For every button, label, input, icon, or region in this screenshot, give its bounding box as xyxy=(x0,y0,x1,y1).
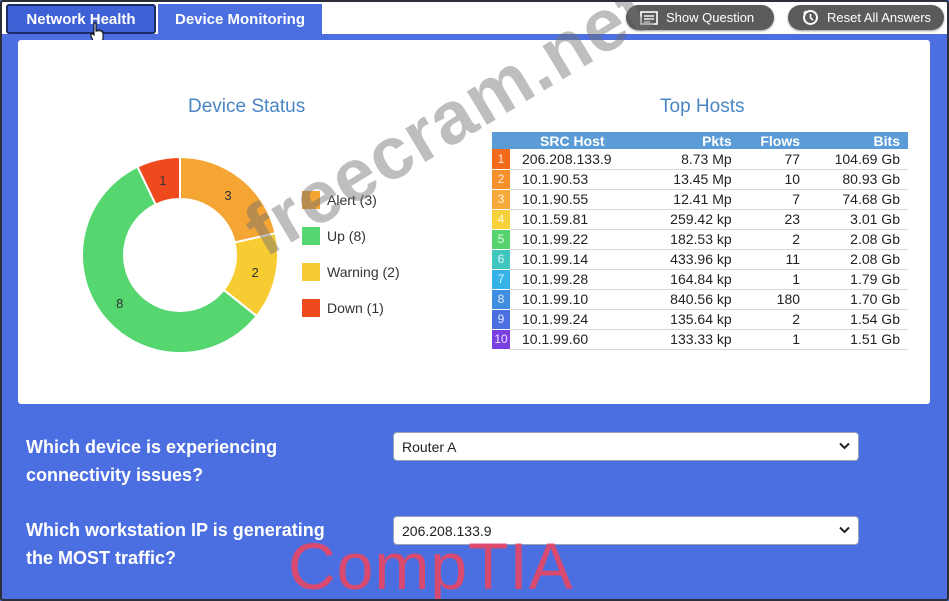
chevron-down-icon xyxy=(839,442,850,450)
host-flows: 10 xyxy=(739,169,809,190)
host-src: 10.1.99.60 xyxy=(510,329,645,350)
reset-all-answers-label: Reset All Answers xyxy=(827,10,932,25)
host-bits: 2.08 Gb xyxy=(808,249,908,270)
host-pkts: 164.84 kp xyxy=(644,269,740,290)
table-row: 10 10.1.99.60 133.33 kp 1 1.51 Gb xyxy=(492,329,908,350)
connectivity-device-value: Router A xyxy=(402,438,457,455)
host-pkts: 182.53 kp xyxy=(644,229,740,250)
table-row: 8 10.1.99.10 840.56 kp 180 1.70 Gb xyxy=(492,289,908,310)
host-bits: 1.54 Gb xyxy=(808,309,908,330)
host-bits: 1.70 Gb xyxy=(808,289,908,310)
host-src: 10.1.90.53 xyxy=(510,169,645,190)
donut-label-down: 1 xyxy=(159,173,166,188)
device-status-donut-chart: 3281 xyxy=(81,155,279,354)
host-flows: 1 xyxy=(739,329,809,350)
host-src: 10.1.90.55 xyxy=(510,189,645,210)
donut-label-up: 8 xyxy=(116,296,123,311)
header-flows: Flows xyxy=(739,132,809,149)
host-flows: 23 xyxy=(739,209,809,230)
host-pkts: 135.64 kp xyxy=(644,309,740,330)
host-rank: 3 xyxy=(492,189,510,210)
chevron-down-icon xyxy=(839,526,850,534)
top-hosts-title: Top Hosts xyxy=(660,96,745,117)
reset-icon xyxy=(803,10,818,25)
table-row: 5 10.1.99.22 182.53 kp 2 2.08 Gb xyxy=(492,229,908,250)
table-row: 2 10.1.90.53 13.45 Mp 10 80.93 Gb xyxy=(492,169,908,190)
host-pkts: 840.56 kp xyxy=(644,289,740,310)
host-bits: 2.08 Gb xyxy=(808,229,908,250)
host-rank: 4 xyxy=(492,209,510,230)
host-pkts: 12.41 Mp xyxy=(644,189,740,210)
host-pkts: 259.42 kp xyxy=(644,209,740,230)
question-most-traffic-line2: the MOST traffic? xyxy=(26,548,177,568)
host-rank: 5 xyxy=(492,229,510,250)
host-rank: 7 xyxy=(492,269,510,290)
host-pkts: 433.96 kp xyxy=(644,249,740,270)
host-flows: 180 xyxy=(739,289,809,310)
show-question-label: Show Question xyxy=(666,10,755,25)
host-flows: 1 xyxy=(739,269,809,290)
host-bits: 104.69 Gb xyxy=(808,149,908,170)
host-flows: 2 xyxy=(739,309,809,330)
host-src: 10.1.99.14 xyxy=(510,249,645,270)
table-row: 4 10.1.59.81 259.42 kp 23 3.01 Gb xyxy=(492,209,908,230)
host-flows: 7 xyxy=(739,189,809,210)
legend-swatch-warning xyxy=(302,263,320,281)
host-src: 10.1.59.81 xyxy=(510,209,645,230)
question-connectivity-line2: connectivity issues? xyxy=(26,465,204,485)
question-most-traffic-line1: Which workstation IP is generating xyxy=(26,520,325,540)
header-bits: Bits xyxy=(808,132,908,149)
host-src: 10.1.99.10 xyxy=(510,289,645,310)
host-rank: 10 xyxy=(492,329,510,350)
header-src-host: SRC Host xyxy=(510,132,645,149)
host-bits: 1.51 Gb xyxy=(808,329,908,350)
reset-all-answers-button[interactable]: Reset All Answers xyxy=(788,5,944,30)
host-src: 10.1.99.24 xyxy=(510,309,645,330)
header-pkts: Pkts xyxy=(644,132,740,149)
host-rank: 8 xyxy=(492,289,510,310)
device-status-title: Device Status xyxy=(188,96,306,117)
host-flows: 77 xyxy=(739,149,809,170)
legend-item-down: Down (1) xyxy=(302,290,400,326)
top-bar: Network Health Device Monitoring Show Qu… xyxy=(2,2,947,44)
table-row: 9 10.1.99.24 135.64 kp 2 1.54 Gb xyxy=(492,309,908,330)
host-rank: 9 xyxy=(492,309,510,330)
host-rank: 1 xyxy=(492,149,510,170)
legend-label-warning: Warning (2) xyxy=(327,264,400,280)
connectivity-device-select[interactable]: Router A xyxy=(393,432,859,461)
donut-label-warning: 2 xyxy=(251,265,258,280)
host-bits: 1.79 Gb xyxy=(808,269,908,290)
top-hosts-header-row: SRC Host Pkts Flows Bits xyxy=(492,132,908,149)
question-connectivity: Which device is experiencing connectivit… xyxy=(26,433,277,489)
host-rank: 6 xyxy=(492,249,510,270)
question-most-traffic: Which workstation IP is generating the M… xyxy=(26,516,325,572)
host-pkts: 133.33 kp xyxy=(644,329,740,350)
host-src: 10.1.99.28 xyxy=(510,269,645,290)
tab-network-health[interactable]: Network Health xyxy=(6,4,156,34)
host-flows: 2 xyxy=(739,229,809,250)
table-row: 7 10.1.99.28 164.84 kp 1 1.79 Gb xyxy=(492,269,908,290)
host-bits: 80.93 Gb xyxy=(808,169,908,190)
host-pkts: 8.73 Mp xyxy=(644,149,740,170)
table-row: 3 10.1.90.55 12.41 Mp 7 74.68 Gb xyxy=(492,189,908,210)
host-flows: 11 xyxy=(739,249,809,270)
legend-label-down: Down (1) xyxy=(327,300,384,316)
question-connectivity-line1: Which device is experiencing xyxy=(26,437,278,457)
top-hosts-table: SRC Host Pkts Flows Bits 1 206.208.133.9 8… xyxy=(492,132,908,350)
host-bits: 3.01 Gb xyxy=(808,209,908,230)
legend-swatch-down xyxy=(302,299,320,317)
host-src: 206.208.133.9 xyxy=(510,149,645,170)
host-rank: 2 xyxy=(492,169,510,190)
table-row: 6 10.1.99.14 433.96 kp 11 2.08 Gb xyxy=(492,249,908,270)
legend-item-warning: Warning (2) xyxy=(302,254,400,290)
host-pkts: 13.45 Mp xyxy=(644,169,740,190)
host-bits: 74.68 Gb xyxy=(808,189,908,210)
tab-device-monitoring[interactable]: Device Monitoring xyxy=(158,4,322,34)
table-row: 1 206.208.133.9 8.73 Mp 77 104.69 Gb xyxy=(492,149,908,170)
brand-watermark: CompTIA xyxy=(288,529,574,601)
host-src: 10.1.99.22 xyxy=(510,229,645,250)
